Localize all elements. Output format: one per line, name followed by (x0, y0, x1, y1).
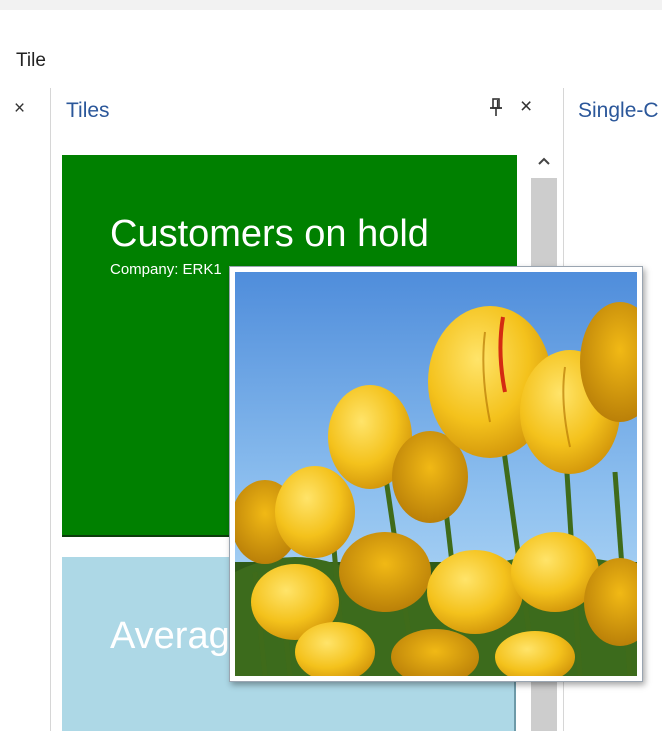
top-strip (0, 0, 662, 10)
yellow-tulips-image (235, 272, 637, 676)
page-title: Tile (16, 50, 46, 71)
pane-divider-left (50, 88, 51, 731)
left-pane-close-button[interactable]: × (14, 98, 25, 120)
tile-subtitle: Company: ER​K1 (110, 261, 222, 278)
tulips-image-popup (229, 266, 643, 682)
tile-title: Customers on hold (110, 213, 429, 255)
tiles-pane-title: Tiles (66, 99, 110, 122)
tab-single[interactable]: Single-C (578, 99, 662, 123)
pin-icon[interactable] (487, 97, 505, 119)
app-window: Tile × Tiles × Single-C Customers on hol… (0, 0, 662, 731)
tiles-pane-close-button[interactable]: × (520, 96, 532, 117)
chevron-up-icon[interactable] (529, 148, 559, 174)
